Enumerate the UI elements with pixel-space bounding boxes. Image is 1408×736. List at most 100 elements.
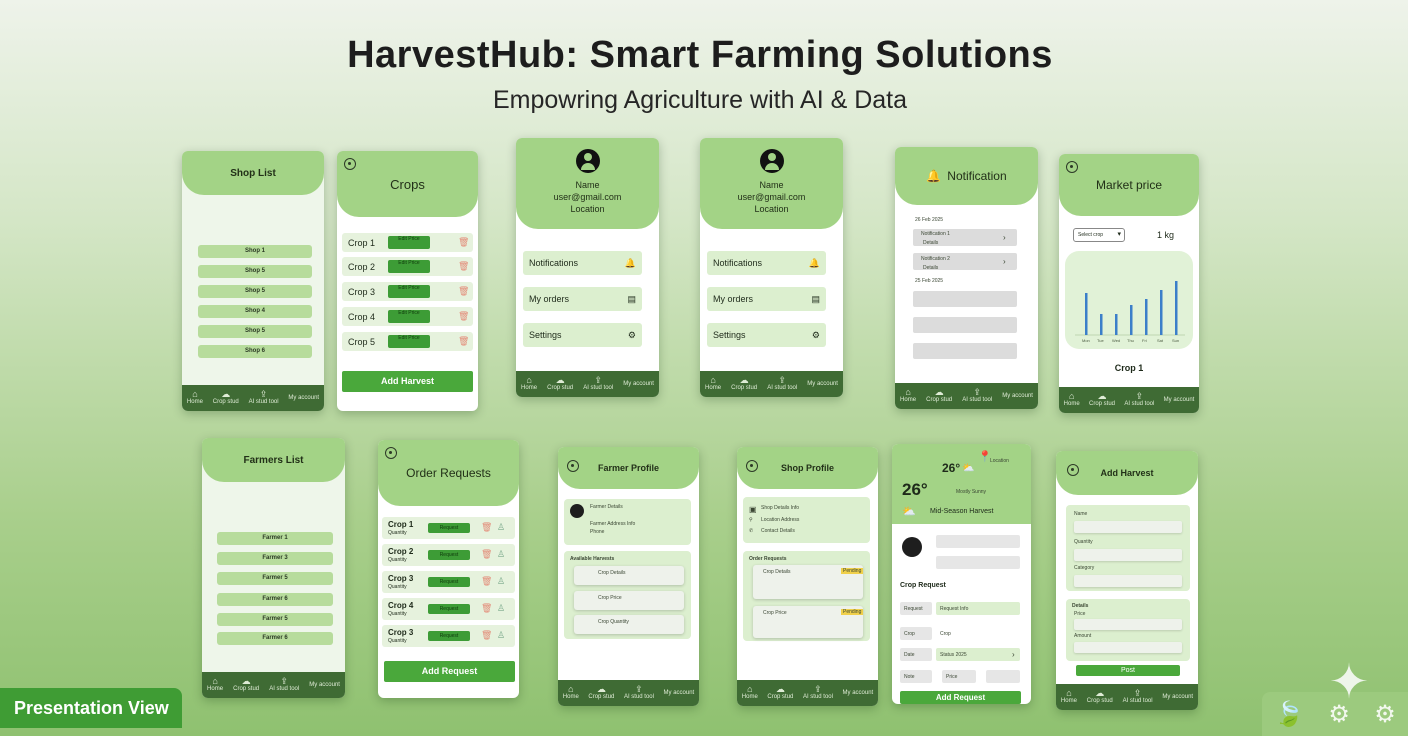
add-request-button[interactable]: Add Request <box>384 661 515 682</box>
nav-account[interactable]: My account <box>1162 694 1193 701</box>
quantity-input[interactable] <box>1074 549 1182 561</box>
edit-price-chip[interactable]: Edit Price <box>388 236 430 249</box>
list-item[interactable]: Farmer 1 <box>217 532 333 545</box>
order-card[interactable]: Crop Price Pending <box>753 606 864 638</box>
field-value[interactable]: Status 2025 › <box>936 648 1020 661</box>
trash-icon[interactable]: 🗑 <box>481 576 492 587</box>
trash-icon[interactable]: 🗑 <box>458 237 469 248</box>
trash-icon[interactable]: 🗑 <box>458 261 469 272</box>
nav-home[interactable]: ⌂ Home <box>705 376 721 392</box>
nav-ai[interactable]: ⇪ AI stud tool <box>767 376 797 392</box>
nav-ai[interactable]: ⇪ AI stud tool <box>249 390 279 406</box>
settings-menu-item[interactable]: Settings ⚙ <box>707 323 826 347</box>
nav-home[interactable]: ⌂ Home <box>1061 689 1077 705</box>
field-value[interactable] <box>986 670 1020 683</box>
nav-home[interactable]: ⌂ Home <box>521 376 537 392</box>
trash-icon[interactable]: 🗑 <box>458 311 469 322</box>
nav-ai[interactable]: ⇪ AI stud tool <box>1123 689 1153 705</box>
user-icon[interactable]: ♙ <box>497 522 505 533</box>
harvest-card[interactable]: Crop Quantity <box>574 615 684 634</box>
harvest-card[interactable]: Crop Details <box>574 566 684 585</box>
add-harvest-button[interactable]: Add Harvest <box>342 371 473 392</box>
category-input[interactable] <box>1074 575 1182 587</box>
nav-account[interactable]: My account <box>807 381 838 388</box>
nav-account[interactable]: My account <box>288 395 319 402</box>
trash-icon[interactable]: 🗑 <box>458 336 469 347</box>
request-chip[interactable]: Request <box>428 631 470 641</box>
list-item[interactable]: Shop 6 <box>198 345 312 358</box>
trash-icon[interactable]: 🗑 <box>458 286 469 297</box>
list-item[interactable]: Farmer 3 <box>217 552 333 565</box>
list-item[interactable]: Farmer 6 <box>217 632 333 645</box>
nav-crop[interactable]: ☁ Crop stud <box>213 390 239 406</box>
nav-crop[interactable]: ☁ Crop stud <box>547 376 573 392</box>
nav-ai[interactable]: ⇪ AI stud tool <box>583 376 613 392</box>
edit-price-chip[interactable]: Edit Price <box>388 310 430 323</box>
add-request-button[interactable]: Add Request <box>900 691 1021 704</box>
back-icon[interactable] <box>746 460 758 472</box>
field-value[interactable]: Price <box>942 670 976 683</box>
nav-home[interactable]: ⌂ Home <box>742 685 758 701</box>
edit-price-chip[interactable]: Edit Price <box>388 285 430 298</box>
nav-account[interactable]: My account <box>1002 393 1033 400</box>
nav-account[interactable]: My account <box>843 690 874 697</box>
back-icon[interactable] <box>385 447 397 459</box>
list-item[interactable]: Shop 4 <box>198 305 312 318</box>
user-icon[interactable]: ♙ <box>497 549 505 560</box>
list-item[interactable]: Shop 5 <box>198 325 312 338</box>
notifications-menu-item[interactable]: Notifications 🔔 <box>707 251 826 275</box>
field-value[interactable]: Request Info <box>936 602 1020 615</box>
list-item[interactable]: Shop 1 <box>198 245 312 258</box>
harvest-card[interactable]: Crop Price <box>574 591 684 610</box>
nav-ai[interactable]: ⇪ AI stud tool <box>624 685 654 701</box>
list-item[interactable]: Farmer 5 <box>217 572 333 585</box>
nav-crop[interactable]: ☁ Crop stud <box>1089 392 1115 408</box>
presentation-view-badge[interactable]: Presentation View <box>0 688 182 728</box>
post-button[interactable]: Post <box>1076 665 1180 676</box>
price-input[interactable] <box>1074 619 1182 630</box>
request-chip[interactable]: Request <box>428 604 470 614</box>
trash-icon[interactable]: 🗑 <box>481 549 492 560</box>
list-item[interactable]: Shop 5 <box>198 265 312 278</box>
nav-crop[interactable]: ☁ Crop stud <box>926 388 952 404</box>
notifications-menu-item[interactable]: Notifications 🔔 <box>523 251 642 275</box>
nav-crop[interactable]: ☁ Crop stud <box>731 376 757 392</box>
nav-crop[interactable]: ☁ Crop stud <box>767 685 793 701</box>
nav-home[interactable]: ⌂ Home <box>900 388 916 404</box>
leaf-icon[interactable]: 🍃 <box>1274 700 1304 729</box>
nav-account[interactable]: My account <box>623 381 654 388</box>
nav-ai[interactable]: ⇪ AI stud tool <box>962 388 992 404</box>
nav-ai[interactable]: ⇪ AI stud tool <box>269 677 299 693</box>
nav-home[interactable]: ⌂ Home <box>187 390 203 406</box>
edit-price-chip[interactable]: Edit Price <box>388 335 430 348</box>
request-chip[interactable]: Request <box>428 550 470 560</box>
trash-icon[interactable]: 🗑 <box>481 630 492 641</box>
field-value[interactable]: Crop <box>936 627 1020 640</box>
crop-select[interactable]: Select crop ▾ <box>1073 228 1125 242</box>
nav-account[interactable]: My account <box>1164 397 1195 404</box>
back-icon[interactable] <box>1067 464 1079 476</box>
nav-crop[interactable]: ☁ Crop stud <box>1087 689 1113 705</box>
user-icon[interactable]: ♙ <box>497 576 505 587</box>
my-orders-menu-item[interactable]: My orders ▤ <box>523 287 642 311</box>
amount-input[interactable] <box>1074 642 1182 653</box>
nav-ai[interactable]: ⇪ AI stud tool <box>803 685 833 701</box>
trash-icon[interactable]: 🗑 <box>481 603 492 614</box>
nav-crop[interactable]: ☁ Crop stud <box>588 685 614 701</box>
nav-home[interactable]: ⌂ Home <box>207 677 223 693</box>
settings-menu-item[interactable]: Settings ⚙ <box>523 323 642 347</box>
trash-icon[interactable]: 🗑 <box>481 522 492 533</box>
back-icon[interactable] <box>567 460 579 472</box>
edit-price-chip[interactable]: Edit Price <box>388 260 430 273</box>
name-input[interactable] <box>1074 521 1182 533</box>
nav-home[interactable]: ⌂ Home <box>1064 392 1080 408</box>
request-chip[interactable]: Request <box>428 523 470 533</box>
my-orders-menu-item[interactable]: My orders ▤ <box>707 287 826 311</box>
order-card[interactable]: Crop Details Pending <box>753 565 864 599</box>
list-item[interactable]: Farmer 5 <box>217 613 333 626</box>
back-icon[interactable] <box>1066 161 1078 173</box>
request-chip[interactable]: Request <box>428 577 470 587</box>
nav-account[interactable]: My account <box>664 690 695 697</box>
back-icon[interactable] <box>344 158 356 170</box>
user-icon[interactable]: ♙ <box>497 603 505 614</box>
